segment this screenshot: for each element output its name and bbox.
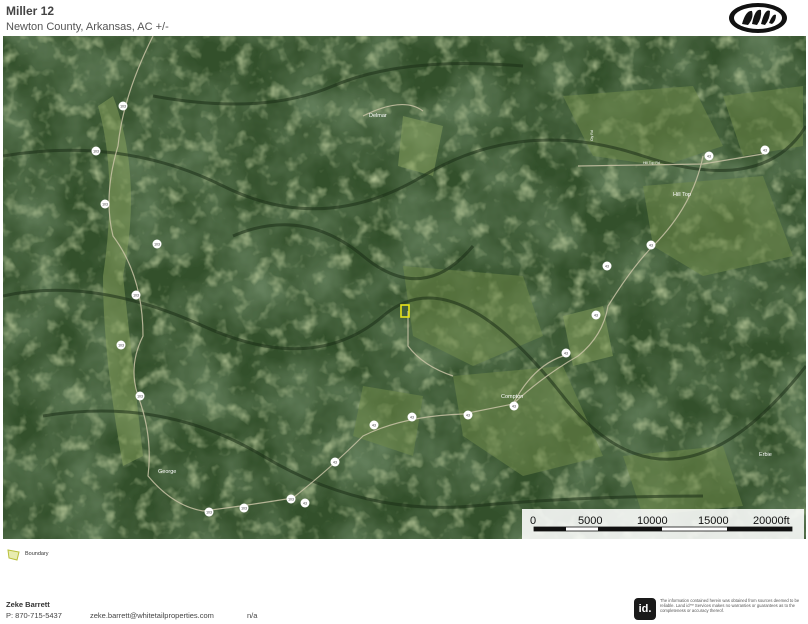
legend-label-boundary: Boundary xyxy=(25,551,49,557)
agent-extra: n/a xyxy=(247,611,258,620)
scale-tick-10000: 10000 xyxy=(637,515,668,527)
scale-tick-20000: 20000ft xyxy=(753,515,790,527)
land-id-logo: id. xyxy=(634,598,656,620)
scale-tick-5000: 5000 xyxy=(578,515,602,527)
agent-name: Zeke Barrett xyxy=(6,600,50,609)
satellite-map[interactable]: Delmar Hill Top Compton George Erbie Cty… xyxy=(3,36,806,539)
paw-print-icon xyxy=(728,2,788,34)
scale-bar: 0 5000 10000 15000 20000ft xyxy=(522,509,804,539)
map-subtitle: Newton County, Arkansas, AC +/- xyxy=(6,21,169,33)
map-title: Miller 12 xyxy=(6,4,55,18)
scale-tick-15000: 15000 xyxy=(698,515,729,527)
scale-tick-0: 0 xyxy=(530,515,536,527)
disclaimer-text: The information contained herein was obt… xyxy=(660,598,800,613)
agent-phone: P: 870-715-5437 xyxy=(6,611,62,620)
agent-email[interactable]: zeke.barrett@whitetailproperties.com xyxy=(90,611,214,620)
boundary-swatch-icon xyxy=(7,549,20,561)
